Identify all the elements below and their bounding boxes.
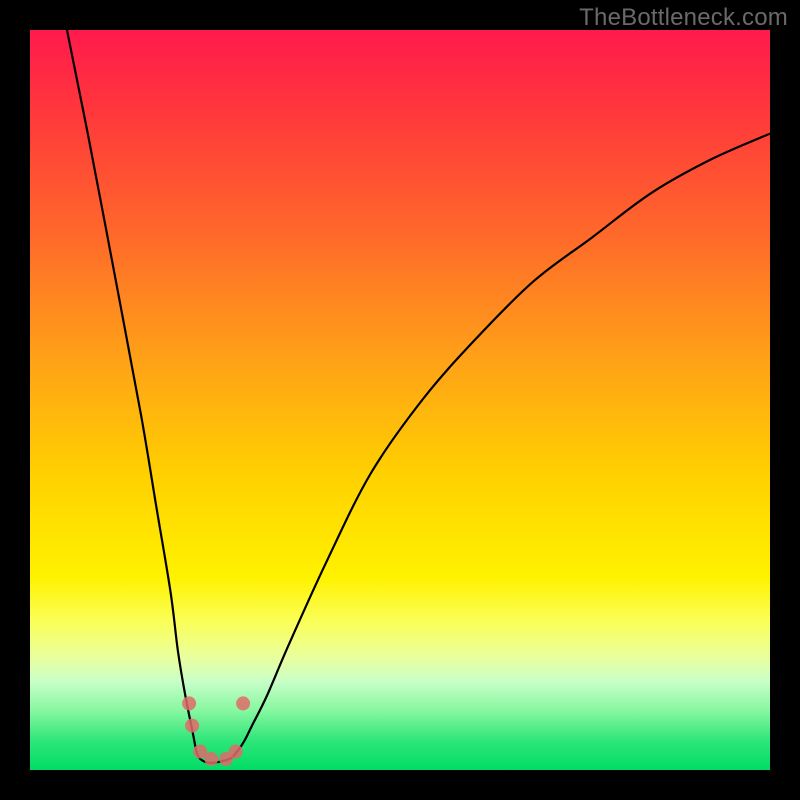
chart-frame: TheBottleneck.com — [0, 0, 800, 800]
curve-layer — [30, 30, 770, 770]
curve-markers — [182, 696, 250, 766]
curve-marker — [229, 745, 243, 759]
plot-area — [30, 30, 770, 770]
curve-marker — [182, 696, 196, 710]
watermark-text: TheBottleneck.com — [579, 4, 788, 32]
curve-marker — [204, 752, 218, 766]
curve-marker — [236, 696, 250, 710]
bottleneck-curve — [67, 30, 770, 763]
curve-marker — [185, 719, 199, 733]
